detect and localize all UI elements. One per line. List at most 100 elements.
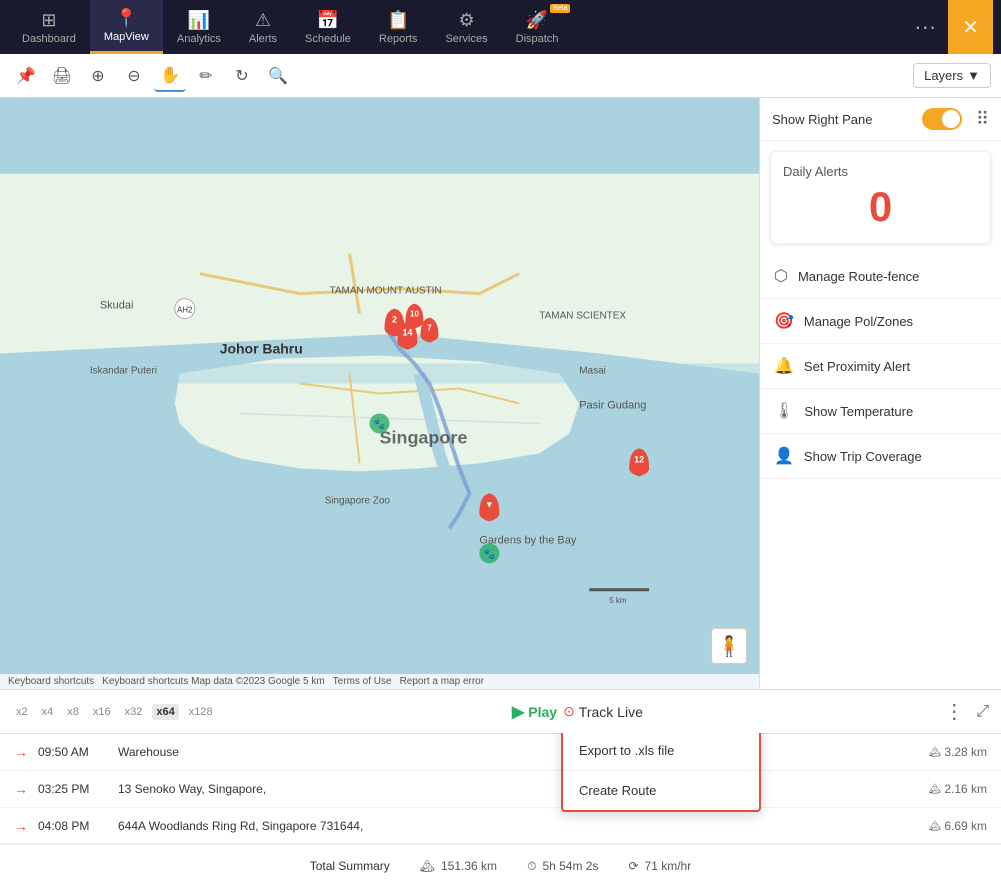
more-options-button[interactable]: ⋮ <box>938 699 970 724</box>
nav-exit-button[interactable]: ✕ <box>948 0 993 54</box>
trip-time-2: 03:25 PM <box>38 782 108 796</box>
nav-reports-label: Reports <box>379 33 418 45</box>
svg-text:Singapore: Singapore <box>380 427 468 447</box>
search-tool[interactable]: 🔍 <box>262 60 294 92</box>
right-pane-header: Show Right Pane ⠿ <box>760 98 1001 141</box>
trip-location-1: Warehouse <box>118 745 919 759</box>
map-container[interactable]: AH2 Johor Bahru Singapore Pasir Gudang M… <box>0 98 759 689</box>
nav-dashboard-label: Dashboard <box>22 33 76 45</box>
nav-services-label: Services <box>445 33 487 45</box>
print-tool[interactable]: 🖨 <box>46 60 78 92</box>
terms-of-use[interactable]: Terms of Use <box>333 676 392 687</box>
fullscreen-button[interactable]: ⤢ <box>976 703 989 721</box>
speed-x8[interactable]: x8 <box>63 704 83 720</box>
nav-schedule[interactable]: 📅 Schedule <box>291 0 365 54</box>
dropdown-menu: Export to .kmz file Export to:kmz file E… <box>561 733 761 812</box>
svg-text:Skudai: Skudai <box>100 300 134 312</box>
nav-more-button[interactable]: ··· <box>902 14 948 40</box>
trip-location-2: 13 Senoko Way, Singapore, <box>118 782 919 796</box>
zoom-out-tool[interactable]: ⊖ <box>118 60 150 92</box>
reports-icon: 📋 <box>387 10 409 31</box>
speed-x16[interactable]: x16 <box>89 704 115 720</box>
trip-coverage-icon: 👤 <box>774 446 794 466</box>
grid-icon[interactable]: ⠿ <box>976 109 989 130</box>
show-temperature-item[interactable]: 🌡 Show Temperature <box>760 389 1001 434</box>
distance-icon-1: 🏔 <box>929 747 942 758</box>
speed-x4[interactable]: x4 <box>38 704 58 720</box>
nav-reports[interactable]: 📋 Reports <box>365 0 432 54</box>
svg-text:10: 10 <box>410 310 419 319</box>
trip-dist-1: 🏔 3.28 km <box>929 745 987 759</box>
track-live-icon: ⊙ <box>563 703 575 720</box>
set-proximity-alert-label: Set Proximity Alert <box>804 359 910 374</box>
manage-route-fence-item[interactable]: ⬡ Manage Route-fence <box>760 254 1001 299</box>
svg-text:TAMAN MOUNT AUSTIN: TAMAN MOUNT AUSTIN <box>330 286 442 297</box>
summary-distance-value: 151.36 km <box>441 859 497 873</box>
route-fence-icon: ⬡ <box>774 266 788 286</box>
services-icon: ⚙ <box>458 10 474 31</box>
nav-alerts[interactable]: ⚠ Alerts <box>235 0 291 54</box>
manage-pol-zones-item[interactable]: 🎯 Manage Pol/Zones <box>760 299 1001 344</box>
play-label: Play <box>528 704 557 720</box>
set-proximity-alert-item[interactable]: 🔔 Set Proximity Alert <box>760 344 1001 389</box>
nav-schedule-label: Schedule <box>305 33 351 45</box>
refresh-tool[interactable]: ↻ <box>226 60 258 92</box>
play-button[interactable]: ▶ Play <box>512 702 557 722</box>
show-trip-coverage-item[interactable]: 👤 Show Trip Coverage <box>760 434 1001 479</box>
nav-mapview[interactable]: 📍 MapView <box>90 0 163 54</box>
trip-location-3: 644A Woodlands Ring Rd, Singapore 731644… <box>118 819 919 833</box>
nav-services[interactable]: ⚙ Services <box>431 0 501 54</box>
speed-icon: ⟳ <box>628 859 638 873</box>
report-map-error[interactable]: Report a map error <box>400 676 484 687</box>
playback-bar: x2 x4 x8 x16 x32 x64 x128 ▶ Play ⊙ Track… <box>0 689 1001 733</box>
summary-speed-value: 71 km/hr <box>645 859 692 873</box>
trip-dist-3: 🏔 6.69 km <box>929 819 987 833</box>
trip-list: → 09:50 AM Warehouse 🏔 3.28 km → 03:25 P… <box>0 733 1001 843</box>
trip-arrow-2: → <box>14 781 28 797</box>
pan-tool[interactable]: ✋ <box>154 60 186 92</box>
svg-text:Masai: Masai <box>579 366 606 377</box>
nav-dashboard[interactable]: ⊞ Dashboard <box>8 0 90 54</box>
export-xls-item[interactable]: Export to .xls file <box>563 733 759 771</box>
trip-row-1[interactable]: → 09:50 AM Warehouse 🏔 3.28 km <box>0 734 1001 771</box>
svg-text:Iskandar Puteri: Iskandar Puteri <box>90 366 157 377</box>
duration-icon: ⏱ <box>527 859 536 874</box>
layers-chevron-icon: ▼ <box>967 68 980 83</box>
dashboard-icon: ⊞ <box>41 10 56 31</box>
manage-pol-zones-label: Manage Pol/Zones <box>804 314 913 329</box>
svg-text:12: 12 <box>634 454 644 464</box>
distance-icon-2: 🏔 <box>929 784 942 795</box>
svg-text:🐾: 🐾 <box>483 548 495 560</box>
speed-x128[interactable]: x128 <box>185 704 217 720</box>
toolbar: 📌 🖨 ⊕ ⊖ ✋ ✏ ↻ 🔍 Layers ▼ <box>0 54 1001 98</box>
proximity-icon: 🔔 <box>774 356 794 376</box>
pin-tool[interactable]: 📌 <box>10 60 42 92</box>
distance-icon-3: 🏔 <box>929 821 942 832</box>
keyboard-shortcuts[interactable]: Keyboard shortcuts <box>8 676 94 687</box>
alerts-icon: ⚠ <box>255 10 271 31</box>
summary-distance: 🏔 151.36 km <box>420 859 497 873</box>
svg-text:Johor Bahru: Johor Bahru <box>220 341 303 357</box>
svg-text:7: 7 <box>427 324 432 333</box>
nav-analytics-label: Analytics <box>177 33 221 45</box>
svg-text:Pasir Gudang: Pasir Gudang <box>579 399 646 411</box>
trip-time-3: 04:08 PM <box>38 819 108 833</box>
speed-x2[interactable]: x2 <box>12 704 32 720</box>
layers-button[interactable]: Layers ▼ <box>913 63 991 88</box>
nav-analytics[interactable]: 📊 Analytics <box>163 0 235 54</box>
daily-alerts-card: Daily Alerts 0 <box>770 151 991 244</box>
zoom-in-tool[interactable]: ⊕ <box>82 60 114 92</box>
track-live-button[interactable]: ⊙ Track Live <box>563 703 643 720</box>
nav-alerts-label: Alerts <box>249 33 277 45</box>
show-right-pane-toggle[interactable] <box>922 108 962 130</box>
layers-label: Layers <box>924 68 963 83</box>
summary-duration: ⏱ 5h 54m 2s <box>527 859 598 874</box>
trip-time-1: 09:50 AM <box>38 745 108 759</box>
nav-dispatch[interactable]: Beta 🚀 Dispatch <box>502 0 573 54</box>
edit-tool[interactable]: ✏ <box>190 60 222 92</box>
streetview-button[interactable]: 🧍 <box>711 628 747 664</box>
speed-x32[interactable]: x32 <box>121 704 147 720</box>
speed-x64[interactable]: x64 <box>152 704 178 720</box>
svg-text:14: 14 <box>402 328 412 338</box>
trip-row-3[interactable]: → 04:08 PM 644A Woodlands Ring Rd, Singa… <box>0 808 1001 843</box>
